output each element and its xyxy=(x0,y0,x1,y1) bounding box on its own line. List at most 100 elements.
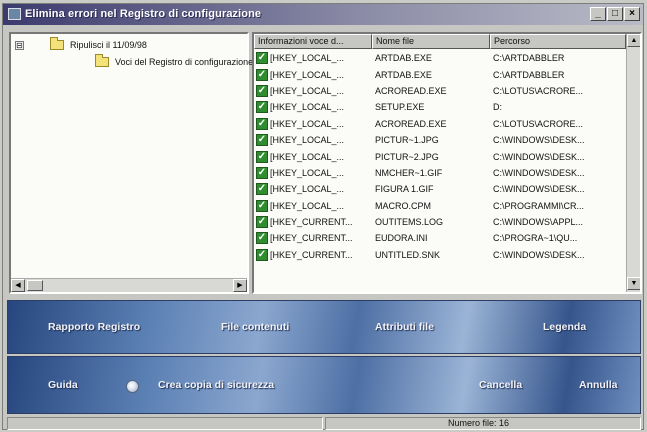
check-icon[interactable]: ✓ xyxy=(256,232,268,245)
file-name-cell: ACROREAD.EXE xyxy=(375,118,447,129)
check-icon[interactable]: ✓ xyxy=(256,166,268,179)
file-name-cell: FIGURA 1.GIF xyxy=(375,184,434,195)
entry-info-cell: ✓ [HKEY_LOCAL_... xyxy=(254,117,372,130)
tree-item-label: Voci del Registro di configurazione xyxy=(115,57,254,67)
entry-key: [HKEY_CURRENT... xyxy=(270,217,353,228)
file-name-cell: EUDORA.INI xyxy=(375,233,428,244)
path-cell: C:\ARTDABBLER xyxy=(493,69,565,80)
check-icon[interactable]: ✓ xyxy=(256,117,268,130)
minimize-button[interactable]: _ xyxy=(590,7,606,21)
tree-view[interactable]: ⊟ Ripulisci il 11/09/98 Voci del Registr… xyxy=(9,32,253,294)
path-cell: C:\WINDOWS\DESK... xyxy=(493,249,585,260)
path-cell: C:\WINDOWS\APPL... xyxy=(493,217,584,228)
title-bar: Elimina errori nel Registro di configura… xyxy=(3,4,643,25)
entry-info-cell: ✓ [HKEY_LOCAL_... xyxy=(254,183,372,196)
cancel-button[interactable]: Annulla xyxy=(579,379,618,391)
tree-item-registry-entries[interactable]: Voci del Registro di configurazione xyxy=(95,54,254,69)
table-row[interactable]: ✓ [HKEY_LOCAL_... MACRO.CPM C:\PROGRAMMI\CR… xyxy=(254,198,626,214)
entry-key: [HKEY_CURRENT... xyxy=(270,249,353,260)
file-attributes-button[interactable]: Attributi file xyxy=(375,321,434,333)
help-button[interactable]: Guida xyxy=(48,379,78,391)
table-row[interactable]: ✓ [HKEY_CURRENT... UNTITLED.SNK C:\WINDOWS\… xyxy=(254,247,626,263)
table-row[interactable]: ✓ [HKEY_LOCAL_... ARTDAB.EXE C:\ARTDABBLER xyxy=(254,50,626,66)
table-row[interactable]: ✓ [HKEY_LOCAL_... ACROREAD.EXE C:\LOTUS\ACR… xyxy=(254,116,626,132)
path-cell: C:\LOTUS\ACRORE... xyxy=(493,85,584,96)
path-cell: C:\ARTDABBLER xyxy=(493,53,565,64)
entry-key: [HKEY_LOCAL_... xyxy=(270,184,345,195)
check-icon[interactable]: ✓ xyxy=(256,199,268,212)
check-icon[interactable]: ✓ xyxy=(256,248,268,261)
check-icon[interactable]: ✓ xyxy=(256,134,268,147)
tree-item-root[interactable]: ⊟ Ripulisci il 11/09/98 xyxy=(15,37,147,52)
column-header-entry-info[interactable]: Informazioni voce d... xyxy=(254,34,372,49)
file-name-cell: NMCHER~1.GIF xyxy=(375,167,443,178)
entry-info-cell: ✓ [HKEY_LOCAL_... xyxy=(254,84,372,97)
table-row[interactable]: ✓ [HKEY_LOCAL_... ACROREAD.EXE C:\LOTUS\ACR… xyxy=(254,83,626,99)
path-cell: C:\WINDOWS\DESK... xyxy=(493,151,585,162)
path-cell: C:\LOTUS\ACRORE... xyxy=(493,118,584,129)
table-row[interactable]: ✓ [HKEY_CURRENT... OUTITEMS.LOG C:\WINDOWS\… xyxy=(254,214,626,230)
entry-info-cell: ✓ [HKEY_LOCAL_... xyxy=(254,199,372,212)
entry-key: [HKEY_LOCAL_... xyxy=(270,102,345,113)
list-rows: ✓ [HKEY_LOCAL_... ARTDAB.EXE C:\ARTDABBLER ✓… xyxy=(254,50,626,263)
check-icon[interactable]: ✓ xyxy=(256,150,268,163)
scroll-thumb[interactable] xyxy=(27,280,43,291)
registry-list-view[interactable]: Informazioni voce d... Nome file Percors… xyxy=(252,32,642,294)
close-button[interactable]: × xyxy=(624,7,640,21)
path-cell: C:\WINDOWS\DESK... xyxy=(493,167,585,178)
status-cell-empty xyxy=(7,417,323,430)
registry-report-button[interactable]: Rapporto Registro xyxy=(48,321,140,333)
file-contents-button[interactable]: File contenuti xyxy=(221,321,289,333)
table-row[interactable]: ✓ [HKEY_LOCAL_... SETUP.EXE D: xyxy=(254,99,626,115)
scroll-right-icon[interactable]: ▶ xyxy=(233,279,247,292)
legend-button[interactable]: Legenda xyxy=(543,321,586,333)
tree-horizontal-scrollbar[interactable]: ◀ ▶ xyxy=(11,278,247,292)
path-cell: C:\PROGRAMMI\CR... xyxy=(493,200,585,211)
path-cell: D: xyxy=(493,102,502,113)
table-row[interactable]: ✓ [HKEY_LOCAL_... ARTDAB.EXE C:\ARTDABBLER xyxy=(254,66,626,82)
table-row[interactable]: ✓ [HKEY_LOCAL_... PICTUR~2.JPG C:\WINDOWS\D… xyxy=(254,148,626,164)
entry-key: [HKEY_CURRENT... xyxy=(270,233,353,244)
check-icon[interactable]: ✓ xyxy=(256,183,268,196)
folder-icon xyxy=(95,54,109,67)
entry-info-cell: ✓ [HKEY_LOCAL_... xyxy=(254,101,372,114)
path-cell: C:\WINDOWS\DESK... xyxy=(493,135,585,146)
file-name-cell: PICTUR~2.JPG xyxy=(375,151,439,162)
maximize-button[interactable]: □ xyxy=(607,7,623,21)
table-row[interactable]: ✓ [HKEY_LOCAL_... NMCHER~1.GIF C:\WINDOWS\D… xyxy=(254,165,626,181)
entry-key: [HKEY_LOCAL_... xyxy=(270,118,345,129)
check-icon[interactable]: ✓ xyxy=(256,84,268,97)
table-row[interactable]: ✓ [HKEY_LOCAL_... FIGURA 1.GIF C:\WINDOWS\D… xyxy=(254,181,626,197)
column-header-path[interactable]: Percorso xyxy=(490,34,626,49)
list-vertical-scrollbar[interactable]: ▲ ▼ xyxy=(626,34,640,292)
table-row[interactable]: ✓ [HKEY_CURRENT... EUDORA.INI C:\PROGRA~1\Q… xyxy=(254,230,626,246)
check-icon[interactable]: ✓ xyxy=(256,101,268,114)
entry-info-cell: ✓ [HKEY_LOCAL_... xyxy=(254,166,372,179)
folder-icon xyxy=(50,37,64,50)
check-icon[interactable]: ✓ xyxy=(256,52,268,65)
delete-button[interactable]: Cancella xyxy=(479,379,522,391)
scroll-up-icon[interactable]: ▲ xyxy=(627,34,640,47)
status-bar: Numero file: 16 xyxy=(7,417,641,430)
scroll-left-icon[interactable]: ◀ xyxy=(11,279,25,292)
collapse-icon[interactable]: ⊟ xyxy=(15,40,24,50)
entry-info-cell: ✓ [HKEY_LOCAL_... xyxy=(254,134,372,147)
file-name-cell: UNTITLED.SNK xyxy=(375,249,441,260)
entry-key: [HKEY_LOCAL_... xyxy=(270,200,345,211)
entry-info-cell: ✓ [HKEY_LOCAL_... xyxy=(254,68,372,81)
tree-item-label: Ripulisci il 11/09/98 xyxy=(70,40,147,50)
check-icon[interactable]: ✓ xyxy=(256,216,268,229)
file-name-cell: MACRO.CPM xyxy=(375,200,431,211)
report-actions-panel: Rapporto Registro File contenuti Attribu… xyxy=(7,300,641,354)
column-header-file-name[interactable]: Nome file xyxy=(372,34,490,49)
backup-option[interactable]: Crea copia di sicurezza xyxy=(158,379,274,391)
path-cell: C:\WINDOWS\DESK... xyxy=(493,184,585,195)
entry-info-cell: ✓ [HKEY_CURRENT... xyxy=(254,248,372,261)
window-controls: _ □ × xyxy=(590,7,640,21)
scroll-down-icon[interactable]: ▼ xyxy=(627,277,640,290)
file-name-cell: OUTITEMS.LOG xyxy=(375,217,444,228)
radio-icon[interactable] xyxy=(126,380,139,393)
check-icon[interactable]: ✓ xyxy=(256,68,268,81)
table-row[interactable]: ✓ [HKEY_LOCAL_... PICTUR~1.JPG C:\WINDOWS\D… xyxy=(254,132,626,148)
registry-cleaner-window: Elimina errori nel Registro di configura… xyxy=(2,3,644,430)
